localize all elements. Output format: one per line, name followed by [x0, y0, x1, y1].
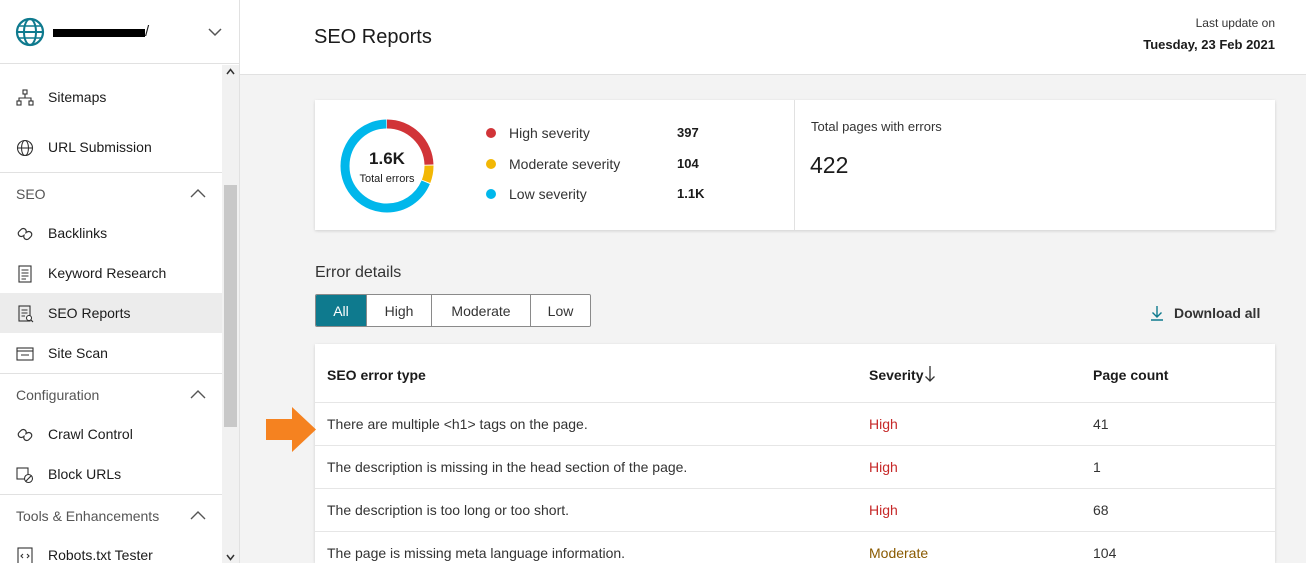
- table-row[interactable]: The description is too long or too short…: [315, 489, 1275, 532]
- error-type-cell[interactable]: The page is missing meta language inform…: [327, 545, 625, 561]
- legend-dot: [486, 159, 496, 169]
- legend-dot: [486, 189, 496, 199]
- legend-name: Low severity: [509, 186, 587, 202]
- section-label: Configuration: [16, 387, 100, 403]
- sidebar-item-robots-tester[interactable]: Robots.txt Tester: [0, 535, 222, 563]
- sidebar-item-label: Site Scan: [48, 345, 108, 361]
- annotation-arrow-icon: [266, 407, 316, 452]
- error-type-cell[interactable]: There are multiple <h1> tags on the page…: [327, 416, 588, 432]
- sidebar-item-block-urls[interactable]: Block URLs: [0, 454, 222, 494]
- sidebar-item-seo-reports[interactable]: SEO Reports: [0, 293, 222, 333]
- error-table: SEO error type Severity Page count There…: [315, 344, 1275, 563]
- legend-value: 104: [677, 156, 699, 171]
- site-selector[interactable]: /: [0, 0, 239, 64]
- document-icon: [18, 265, 32, 283]
- block-icon: [16, 467, 34, 484]
- crawl-icon: [17, 428, 33, 442]
- sidebar-item-label: URL Submission: [48, 139, 152, 155]
- page-count-cell: 1: [1093, 459, 1101, 475]
- report-icon: [18, 305, 34, 323]
- severity-cell: High: [869, 459, 898, 475]
- legend-name: High severity: [509, 125, 590, 141]
- globe-icon: [15, 17, 45, 47]
- sidebar-item-backlinks[interactable]: Backlinks: [0, 213, 222, 253]
- filter-low-button[interactable]: Low: [531, 295, 590, 326]
- summary-card: 1.6K Total errors High severity 397 Mode…: [315, 100, 1275, 230]
- filter-moderate-button[interactable]: Moderate: [432, 295, 531, 326]
- sidebar-nav: Sitemaps URL Submission SEO Backlinks Ke…: [0, 65, 222, 563]
- sidebar-item-label: Backlinks: [48, 225, 108, 241]
- section-label: Tools & Enhancements: [16, 508, 160, 524]
- chevron-up-icon: [190, 189, 206, 198]
- sidebar-item-label: Robots.txt Tester: [48, 547, 153, 563]
- error-type-cell[interactable]: The description is missing in the head s…: [327, 459, 687, 475]
- scan-icon: [16, 347, 34, 361]
- sidebar-item-label: Keyword Research: [48, 265, 167, 281]
- link-icon: [17, 227, 33, 241]
- sidebar-item-label: Sitemaps: [48, 89, 107, 105]
- page-count-cell: 41: [1093, 416, 1109, 432]
- total-pages-label: Total pages with errors: [811, 119, 942, 134]
- globe-icon: [16, 139, 34, 157]
- download-all-button[interactable]: Download all: [1150, 303, 1260, 323]
- section-seo[interactable]: SEO: [0, 173, 222, 213]
- sidebar-item-site-scan[interactable]: Site Scan: [0, 333, 222, 373]
- page-title: SEO Reports: [314, 26, 432, 48]
- legend-value: 397: [677, 125, 699, 140]
- download-icon: [1151, 306, 1163, 321]
- last-update-value: Tuesday, 23 Feb 2021: [1143, 37, 1275, 52]
- download-all-label: Download all: [1174, 305, 1261, 321]
- page-header: SEO Reports Last update on Tuesday, 23 F…: [240, 0, 1306, 75]
- column-header-page-count[interactable]: Page count: [1093, 367, 1168, 383]
- total-errors-label: Total errors: [359, 173, 415, 185]
- code-file-icon: [17, 547, 33, 563]
- legend-name: Moderate severity: [509, 156, 621, 172]
- chevron-down-icon[interactable]: [207, 24, 223, 40]
- sidebar-item-label: Block URLs: [48, 466, 122, 482]
- legend-value: 1.1K: [677, 186, 705, 201]
- total-pages-value: 422: [810, 152, 849, 178]
- error-details-title: Error details: [315, 264, 402, 281]
- redacted-site-name: [53, 29, 145, 37]
- section-configuration[interactable]: Configuration: [0, 374, 222, 414]
- legend-dot: [486, 128, 496, 138]
- table-header: SEO error type Severity Page count: [315, 344, 1275, 403]
- table-row[interactable]: The page is missing meta language inform…: [315, 532, 1275, 563]
- sidebar-item-keyword-research[interactable]: Keyword Research: [0, 253, 222, 293]
- chevron-up-icon: [190, 511, 206, 520]
- sidebar-item-sitemaps[interactable]: Sitemaps: [0, 77, 222, 117]
- scroll-down-icon[interactable]: [226, 554, 235, 561]
- site-name-suffix: /: [145, 23, 150, 40]
- severity-cell: High: [869, 416, 898, 432]
- column-header-type[interactable]: SEO error type: [327, 367, 426, 383]
- page-count-cell: 104: [1093, 545, 1117, 561]
- sidebar-item-label: Crawl Control: [48, 426, 133, 442]
- severity-cell: Moderate: [869, 545, 929, 561]
- section-label: SEO: [16, 186, 46, 202]
- scrollbar-thumb[interactable]: [224, 185, 237, 427]
- sort-down-icon[interactable]: [924, 364, 936, 384]
- filter-high-button[interactable]: High: [367, 295, 432, 326]
- sidebar-item-label: SEO Reports: [48, 305, 131, 321]
- table-row[interactable]: The description is missing in the head s…: [315, 446, 1275, 489]
- table-row[interactable]: There are multiple <h1> tags on the page…: [315, 403, 1275, 446]
- total-errors-value: 1.6K: [369, 149, 405, 168]
- page-count-cell: 68: [1093, 502, 1109, 518]
- error-type-cell[interactable]: The description is too long or too short…: [327, 502, 569, 518]
- sidebar: / Sitemaps URL Submission SEO Backlinks …: [0, 0, 240, 563]
- scroll-up-icon[interactable]: [226, 68, 235, 75]
- column-header-severity[interactable]: Severity: [869, 367, 923, 383]
- last-update-label: Last update on: [1195, 16, 1275, 30]
- severity-filter: All High Moderate Low: [315, 294, 591, 327]
- sidebar-scrollbar[interactable]: [222, 65, 239, 563]
- sidebar-item-url-submission[interactable]: URL Submission: [0, 127, 222, 167]
- sidebar-item-crawl-control[interactable]: Crawl Control: [0, 414, 222, 454]
- filter-all-button[interactable]: All: [316, 295, 367, 326]
- section-tools-enhancements[interactable]: Tools & Enhancements: [0, 495, 222, 535]
- sitemap-icon: [16, 89, 34, 106]
- severity-cell: High: [869, 502, 898, 518]
- chevron-up-icon: [190, 390, 206, 399]
- divider: [794, 100, 795, 230]
